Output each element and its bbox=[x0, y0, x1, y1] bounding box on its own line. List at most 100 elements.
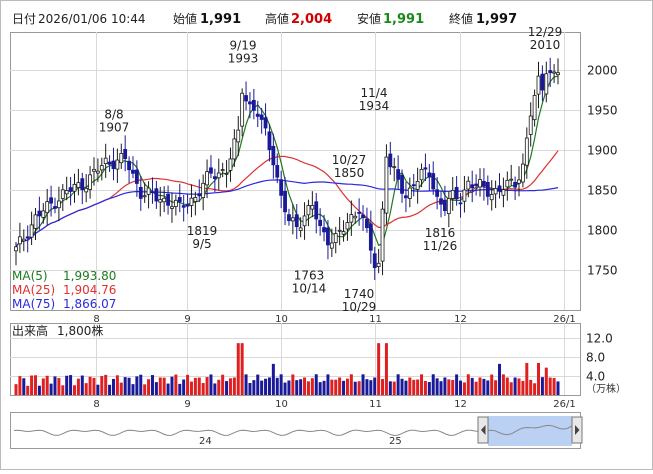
volume-bar bbox=[400, 378, 404, 395]
candle-body bbox=[263, 117, 268, 129]
volume-bar bbox=[459, 380, 463, 395]
price-y-tick-1900: 1900 bbox=[587, 144, 618, 158]
candle-body bbox=[189, 197, 194, 206]
candle-body bbox=[318, 219, 323, 226]
candle-body bbox=[314, 201, 319, 220]
range-navigator[interactable]: 24 25 bbox=[10, 412, 583, 449]
volume-bar bbox=[271, 363, 275, 395]
navigator-right-handle[interactable] bbox=[571, 416, 583, 444]
candle-body bbox=[115, 159, 120, 170]
candle-body bbox=[501, 189, 506, 196]
volume-bar bbox=[345, 378, 349, 395]
candle-body bbox=[29, 224, 34, 238]
volume-bar bbox=[361, 374, 365, 395]
candle-body bbox=[177, 197, 182, 202]
volume-bar bbox=[49, 383, 53, 395]
candle-body bbox=[540, 73, 545, 91]
candle-body bbox=[497, 185, 502, 192]
candle-body bbox=[329, 242, 334, 249]
candle-body bbox=[454, 186, 459, 200]
candle-body bbox=[60, 189, 65, 199]
candle-body bbox=[396, 169, 401, 180]
candle-body bbox=[131, 169, 135, 174]
volume-bar bbox=[166, 383, 170, 395]
candle-body bbox=[181, 205, 186, 208]
volume-bar bbox=[466, 374, 470, 395]
volume-bar bbox=[427, 382, 431, 395]
candle-body bbox=[76, 182, 81, 188]
datetime-value: 2026/01/06 10:44 bbox=[38, 12, 146, 26]
annotation-date-10/29: 10/29 bbox=[342, 300, 377, 314]
volume-bar bbox=[357, 381, 361, 395]
volume-bar bbox=[57, 378, 61, 395]
candle-body bbox=[255, 113, 260, 117]
volume-bar bbox=[80, 375, 84, 395]
volume-bar bbox=[30, 375, 34, 395]
volume-bar bbox=[377, 343, 381, 395]
volume-bar bbox=[213, 383, 217, 395]
candle-body bbox=[427, 172, 432, 178]
candle-body bbox=[275, 165, 280, 178]
volume-bar bbox=[248, 382, 252, 395]
volume-bar bbox=[416, 379, 420, 395]
volume-bar bbox=[69, 375, 73, 395]
volume-x-tick-8: 8 bbox=[93, 399, 99, 410]
volume-bar bbox=[412, 379, 416, 395]
volume-bar bbox=[443, 377, 447, 395]
volume-bar bbox=[420, 374, 424, 395]
volume-bar bbox=[170, 376, 174, 395]
ma-legend: MA(5) 1,993.80 MA(25) 1,904.76 MA(75) 1,… bbox=[12, 269, 116, 311]
candle-body bbox=[92, 168, 96, 172]
candle-body bbox=[236, 129, 241, 143]
candle-body bbox=[415, 181, 420, 190]
candle-body bbox=[197, 193, 202, 197]
volume-bar bbox=[174, 374, 178, 395]
candle-body bbox=[271, 145, 276, 166]
low-label: 安値 bbox=[357, 11, 381, 26]
candle-body bbox=[357, 211, 362, 214]
volume-bar bbox=[127, 377, 131, 395]
volume-bar bbox=[287, 380, 291, 395]
candle-body bbox=[95, 170, 100, 174]
candle-body bbox=[521, 163, 525, 183]
volume-bar bbox=[72, 385, 76, 395]
legend-ma75-value: 1,866.07 bbox=[63, 297, 116, 311]
candle-body bbox=[224, 172, 229, 175]
annotation-date-8/8: 8/8 bbox=[104, 107, 123, 121]
candle-body bbox=[45, 201, 50, 214]
volume-bar bbox=[221, 374, 225, 395]
price-y-tick-2000: 2000 bbox=[587, 64, 618, 78]
candle-body bbox=[517, 179, 521, 184]
navigator-selection[interactable] bbox=[488, 416, 572, 446]
navigator-left-handle[interactable] bbox=[477, 416, 489, 444]
volume-bar bbox=[217, 379, 221, 395]
legend-ma25-value: 1,904.76 bbox=[63, 283, 116, 297]
volume-bar bbox=[365, 379, 369, 395]
volume-bar bbox=[150, 375, 154, 395]
volume-bar bbox=[256, 374, 260, 395]
candle-body bbox=[146, 187, 151, 195]
annotation-date-12/29: 12/29 bbox=[528, 25, 563, 39]
volume-title: 出来高 bbox=[12, 323, 48, 338]
candle-body bbox=[548, 70, 553, 74]
annotation-date-11/4: 11/4 bbox=[361, 86, 388, 100]
annotation-value-10/14: 1763 bbox=[294, 269, 325, 283]
volume-bar bbox=[529, 379, 533, 395]
volume-bar bbox=[193, 377, 197, 395]
candle-body bbox=[37, 210, 42, 217]
volume-bar bbox=[533, 383, 537, 395]
candle-body bbox=[173, 199, 178, 207]
candle-body bbox=[201, 182, 206, 198]
candle-body bbox=[388, 153, 393, 168]
volume-bar bbox=[236, 343, 240, 395]
volume-bar bbox=[342, 380, 346, 395]
volume-bar bbox=[201, 383, 205, 395]
volume-bar bbox=[423, 380, 427, 395]
volume-bar bbox=[392, 381, 396, 395]
candle-body bbox=[450, 189, 455, 199]
candle-body bbox=[361, 214, 365, 219]
candle-body bbox=[53, 206, 57, 209]
candle-body bbox=[333, 233, 338, 243]
candle-body bbox=[322, 227, 326, 233]
candle-body bbox=[365, 218, 369, 229]
